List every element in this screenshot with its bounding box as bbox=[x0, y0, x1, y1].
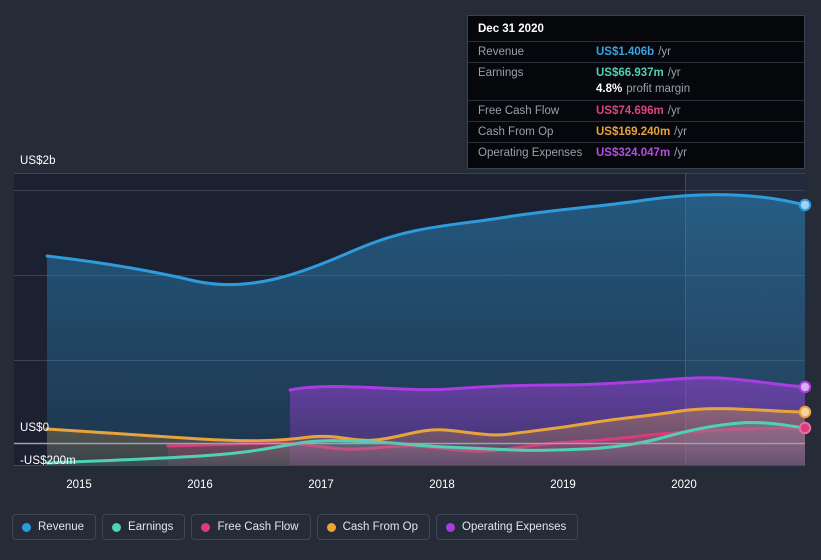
x-axis-label-2015: 2015 bbox=[66, 479, 92, 491]
legend-color-dot-icon bbox=[201, 522, 211, 532]
chart-legend[interactable]: Revenue Earnings Free Cash Flow Cash From O… bbox=[12, 514, 579, 540]
endpoint-revenue bbox=[798, 198, 812, 212]
x-axis-label-2017: 2017 bbox=[308, 479, 334, 491]
tooltip-row-unit: /yr bbox=[674, 126, 687, 138]
legend-item-revenue[interactable]: Revenue bbox=[12, 514, 97, 540]
tooltip-row-unit: /yr bbox=[674, 147, 687, 159]
legend-color-dot-icon bbox=[112, 522, 122, 532]
tooltip-rows: Revenue US$1.406b/yr Earnings US$66.937m/yr… bbox=[468, 41, 804, 163]
tooltip-row-value: US$66.937m bbox=[596, 67, 664, 79]
tooltip-row: 4.8% profit margin bbox=[468, 83, 804, 100]
tooltip-row-unit: /yr bbox=[658, 46, 671, 58]
x-axis-label-2018: 2018 bbox=[429, 479, 455, 491]
x-axis-label-2016: 2016 bbox=[187, 479, 213, 491]
legend-color-dot-icon bbox=[326, 522, 336, 532]
tooltip-row-label: Earnings bbox=[478, 67, 524, 79]
tooltip-row-label: Revenue bbox=[478, 46, 525, 58]
x-axis-label-2019: 2019 bbox=[550, 479, 576, 491]
endpoint-fcf bbox=[798, 421, 812, 435]
tooltip-row: Earnings US$66.937m/yr bbox=[468, 62, 804, 83]
tooltip-row-label: Cash From Op bbox=[478, 126, 554, 138]
tooltip-row-unit: /yr bbox=[667, 67, 681, 79]
legend-color-dot-icon bbox=[22, 522, 31, 532]
legend-item-label: Revenue bbox=[38, 521, 85, 533]
tooltip-row-value: 4.8% bbox=[596, 83, 623, 95]
tooltip-row-label: Free Cash Flow bbox=[478, 105, 560, 117]
tooltip-row-label: Operating Expenses bbox=[478, 147, 583, 159]
legend-item-label: Cash From Op bbox=[342, 521, 419, 533]
data-tooltip: Dec 31 2020 Revenue US$1.406b/yr Earnings U… bbox=[467, 15, 805, 169]
legend-color-dot-icon bbox=[446, 522, 456, 532]
tooltip-row-value: US$324.047m bbox=[596, 147, 671, 159]
endpoint-opex bbox=[798, 380, 812, 394]
legend-item-earnings[interactable]: Earnings bbox=[102, 514, 186, 540]
legend-item-label: Free Cash Flow bbox=[217, 521, 299, 533]
financial-chart-page: US$2b US$0 -US$200m 2015 2016 2017 2018 2019… bbox=[0, 0, 821, 560]
x-axis-label-2020: 2020 bbox=[671, 479, 697, 491]
tooltip-row-value: US$1.406b bbox=[596, 46, 655, 58]
tooltip-row-unit: /yr bbox=[667, 105, 681, 117]
endpoint-cfo bbox=[798, 405, 812, 419]
tooltip-row-value: US$74.696m bbox=[596, 105, 664, 117]
legend-item-cash-from-op[interactable]: Cash From Op bbox=[316, 514, 431, 540]
tooltip-row-value: US$169.240m bbox=[596, 126, 671, 138]
tooltip-row: Cash From Op US$169.240m/yr bbox=[468, 121, 804, 142]
legend-item-label: Operating Expenses bbox=[462, 521, 567, 533]
tooltip-row: Operating Expenses US$324.047m/yr bbox=[468, 142, 804, 163]
tooltip-date: Dec 31 2020 bbox=[478, 23, 544, 35]
legend-item-free-cash-flow[interactable]: Free Cash Flow bbox=[191, 514, 311, 540]
tooltip-row: Free Cash Flow US$74.696m/yr bbox=[468, 100, 804, 121]
legend-item-label: Earnings bbox=[128, 521, 174, 533]
tooltip-row-unit: profit margin bbox=[626, 83, 691, 95]
tooltip-row: Revenue US$1.406b/yr bbox=[468, 41, 804, 62]
legend-item-operating-expenses[interactable]: Operating Expenses bbox=[436, 514, 579, 540]
